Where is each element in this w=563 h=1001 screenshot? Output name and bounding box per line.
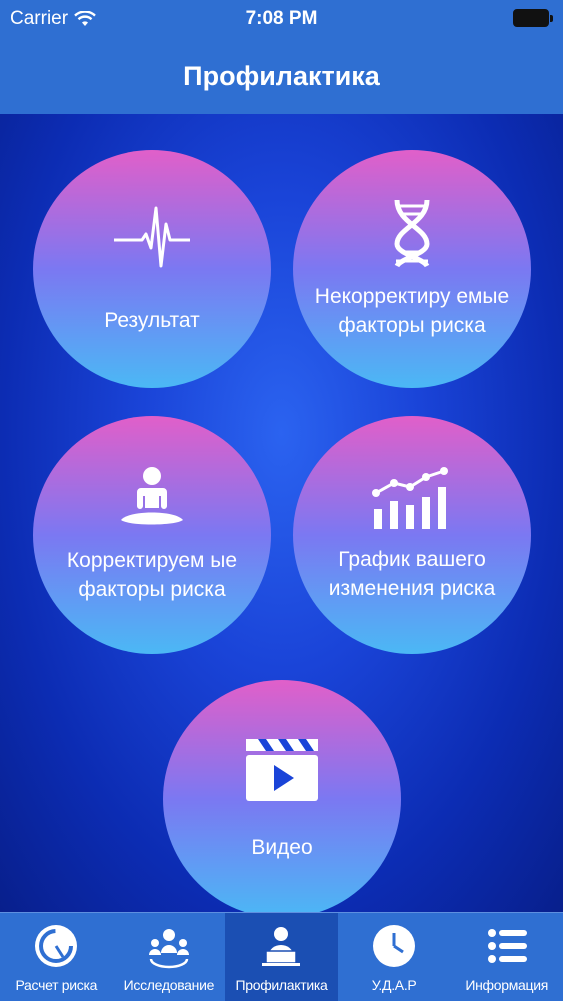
tile-correctable-label: Корректируем ые факторы риска xyxy=(66,549,238,601)
tab-label: Исследование xyxy=(123,977,215,993)
clock-icon xyxy=(373,925,416,967)
list-icon xyxy=(487,929,527,963)
tab-udar[interactable]: У.Д.А.Р xyxy=(338,913,451,1001)
tab-prevention[interactable]: Профилактика xyxy=(225,913,338,1001)
heartbeat-icon xyxy=(114,206,190,267)
tab-label: У.Д.А.Р xyxy=(371,977,417,993)
status-bar: Carrier 7:08 PM xyxy=(0,0,563,38)
tile-correctable-factors[interactable]: Корректируем ые факторы риска xyxy=(33,416,271,654)
battery-icon xyxy=(513,9,553,27)
tab-label: Профилактика xyxy=(235,977,328,993)
tile-video[interactable]: Видео xyxy=(163,680,401,918)
tab-label: Расчет риска xyxy=(15,977,98,993)
tile-result-label: Результат xyxy=(104,308,200,332)
chart-icon xyxy=(372,467,448,529)
tab-bar: Расчет риска Исследование Профилактика У… xyxy=(0,912,563,1001)
tab-risk-calculation[interactable]: Расчет риска xyxy=(0,913,113,1001)
gauge-icon xyxy=(35,925,78,967)
tile-noncorrectable-factors[interactable]: Некорректиру емые факторы риска xyxy=(293,150,531,388)
status-time: 7:08 PM xyxy=(245,8,318,29)
tile-video-label: Видео xyxy=(251,835,313,859)
page-title: Профилактика xyxy=(183,60,380,91)
tile-noncorrectable-label: Некорректиру емые факторы риска xyxy=(314,285,510,337)
tile-result[interactable]: Результат xyxy=(33,150,271,388)
tab-information[interactable]: Информация xyxy=(450,913,563,1001)
meditation-icon xyxy=(121,467,183,525)
nav-bar: Профилактика xyxy=(0,38,563,115)
tile-risk-chart-label: График вашего изменения риска xyxy=(328,548,496,600)
tab-research[interactable]: Исследование xyxy=(113,913,226,1001)
tab-label: Информация xyxy=(465,977,549,993)
people-icon xyxy=(148,929,189,969)
main-content: Результат Некорректиру емые факторы риск… xyxy=(0,114,563,916)
video-icon xyxy=(246,738,318,801)
dna-icon xyxy=(394,199,430,268)
person-laptop-icon xyxy=(262,927,301,966)
tile-risk-chart[interactable]: График вашего изменения риска xyxy=(293,416,531,654)
